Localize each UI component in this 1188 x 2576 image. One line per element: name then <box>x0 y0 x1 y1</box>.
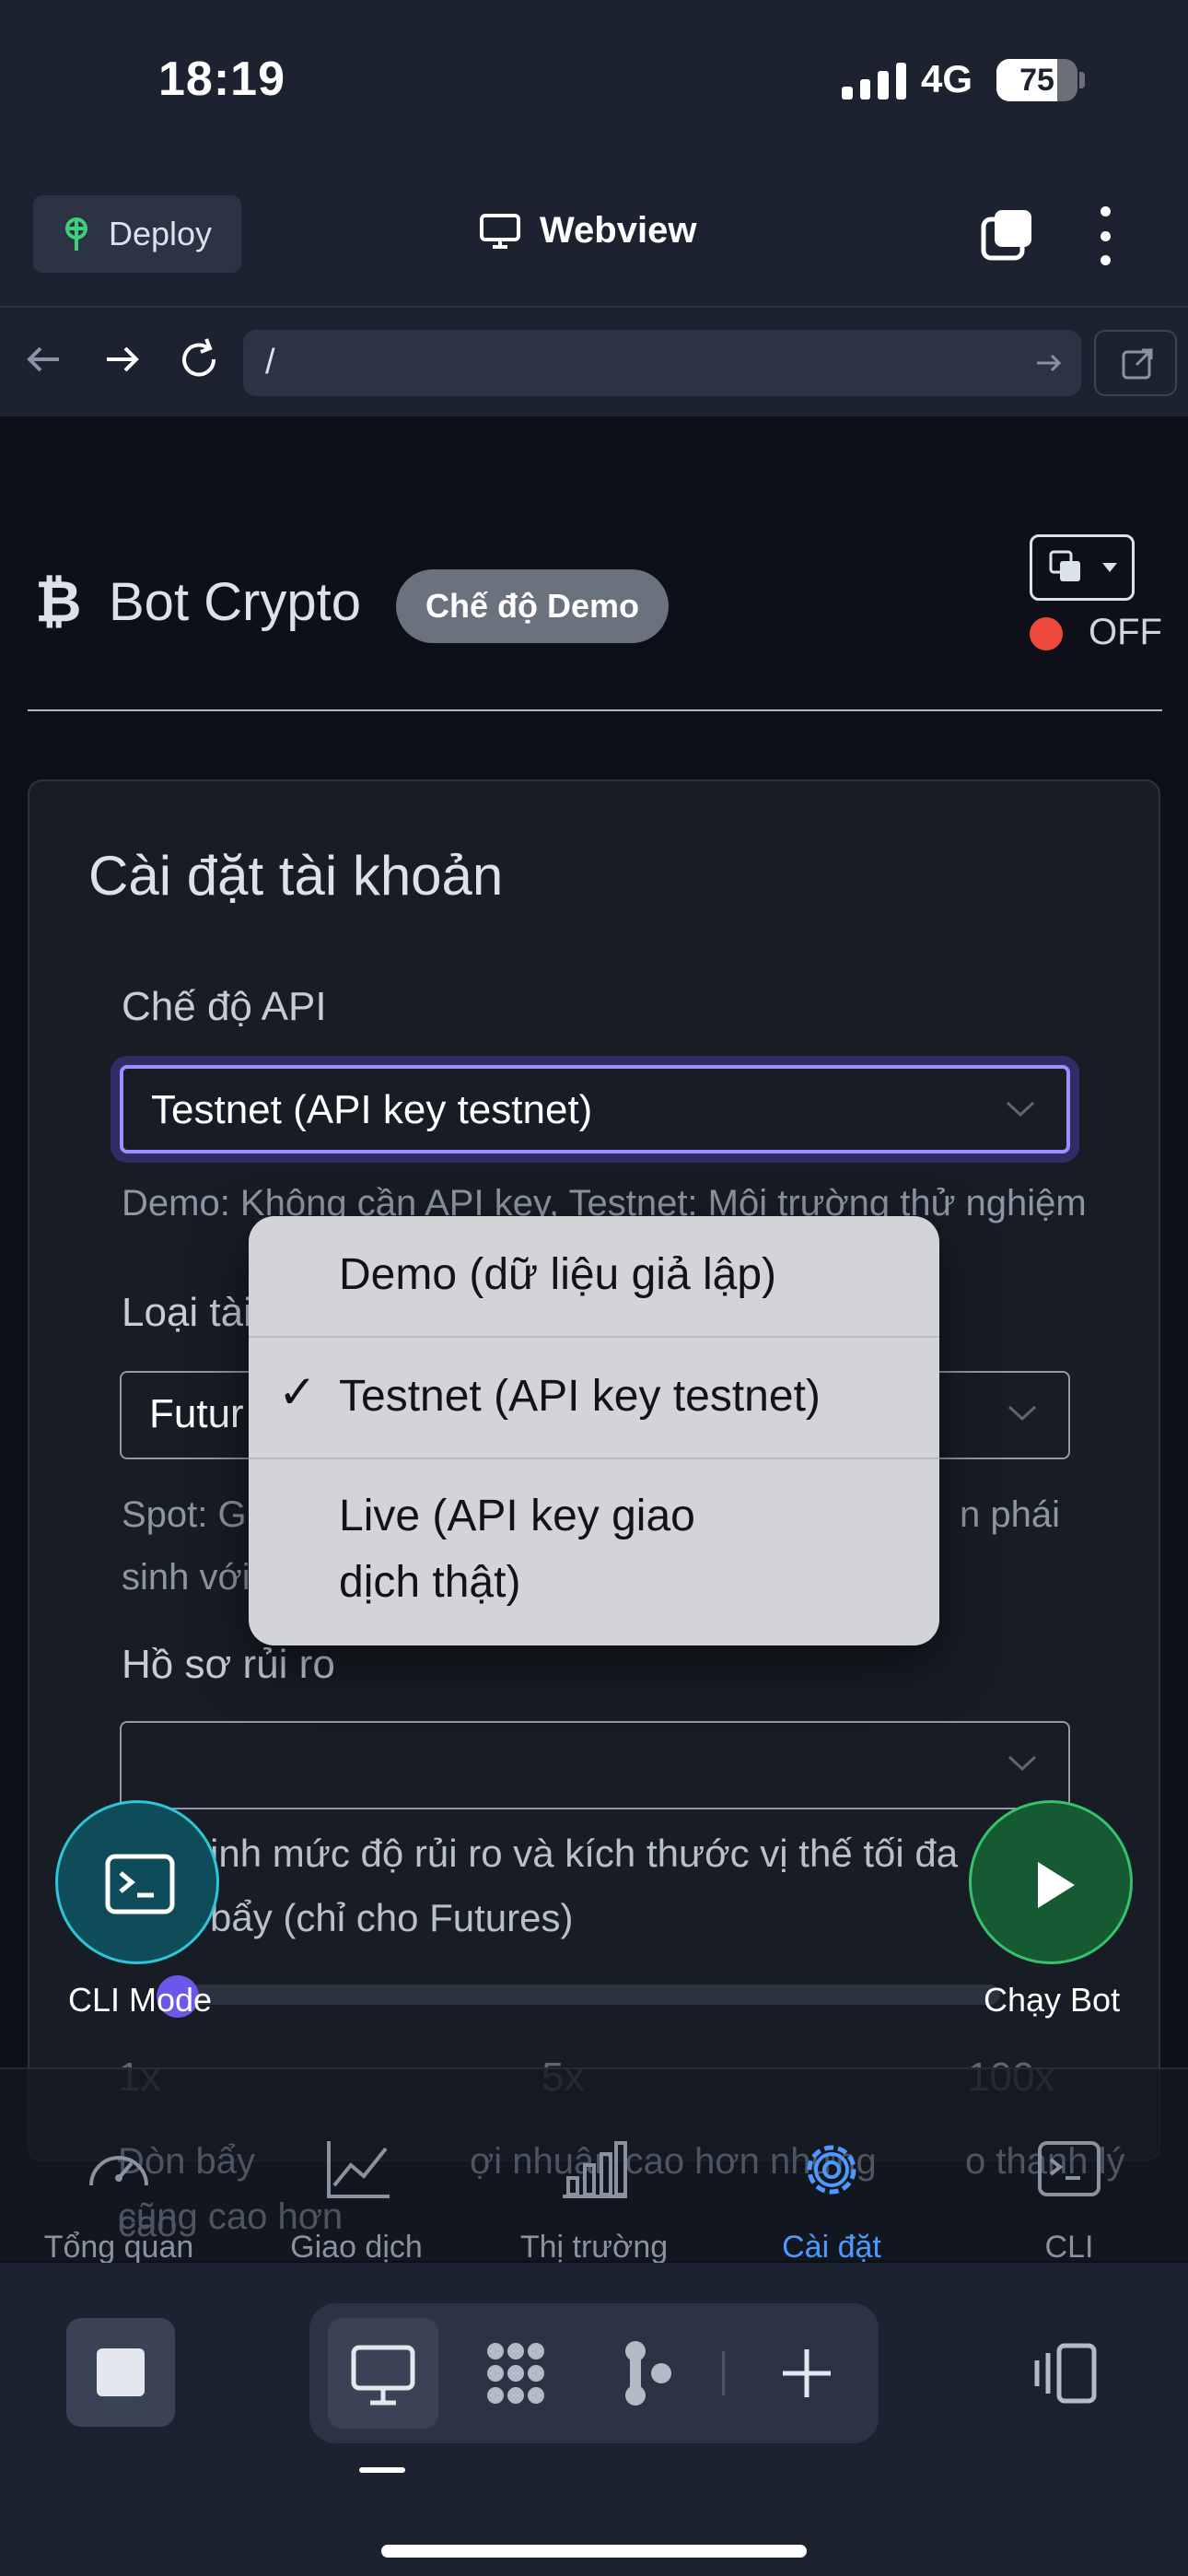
ide-toolbar <box>0 2263 1188 2576</box>
terminal-icon <box>105 1854 175 1914</box>
deploy-label: Deploy <box>109 215 213 252</box>
stop-icon <box>97 2348 145 2396</box>
dropdown-option-testnet[interactable]: ✓ Testnet (API key testnet) <box>249 1338 939 1459</box>
line-chart-icon <box>327 2141 390 2198</box>
bot-status-dot <box>1030 617 1063 650</box>
nav-label: Cài đặt <box>782 2230 881 2265</box>
play-icon <box>1038 1862 1075 1908</box>
chevron-down-icon <box>1006 1101 1035 1118</box>
run-bot-label: Chạy Bot <box>984 1981 1121 2019</box>
option-label: Testnet (API key testnet) <box>339 1372 821 1421</box>
mode-badge: Chế độ Demo <box>396 569 670 643</box>
check-icon: ✓ <box>278 1366 317 1418</box>
option-label-line2: dịch thật) <box>339 1558 521 1607</box>
external-link-icon <box>1122 348 1153 380</box>
risk-profile-select[interactable] <box>120 1721 1070 1809</box>
gear-icon <box>807 2145 856 2195</box>
reload-icon[interactable] <box>173 334 225 385</box>
status-bar: 18:19 4G 75 <box>0 0 1188 166</box>
go-arrow-icon[interactable] <box>1031 346 1065 380</box>
cli-mode-button[interactable] <box>55 1800 219 1964</box>
tabs-icon[interactable] <box>980 208 1035 263</box>
nav-item-settings[interactable]: Cài đặt <box>713 2069 950 2265</box>
agent-button[interactable] <box>591 2318 702 2429</box>
option-label: Demo (dữ liệu giả lập) <box>339 1250 777 1299</box>
url-text: / <box>265 343 275 381</box>
nav-item-trading[interactable]: Giao dịch <box>238 2069 475 2265</box>
status-time: 18:19 <box>158 53 285 106</box>
home-indicator[interactable] <box>381 2545 807 2558</box>
leverage-slider-track[interactable] <box>171 1985 1000 2005</box>
grid-dots-icon <box>487 2343 544 2404</box>
apps-button[interactable] <box>460 2318 571 2429</box>
forward-arrow-icon[interactable] <box>96 334 147 385</box>
nav-item-overview[interactable]: Tổng quan <box>0 2069 238 2265</box>
add-tab-button[interactable] <box>751 2318 862 2429</box>
nav-label: Tổng quan <box>43 2230 194 2265</box>
signal-icon <box>842 61 906 100</box>
option-label: Live (API key giao <box>339 1492 695 1540</box>
plus-icon <box>783 2349 831 2397</box>
more-options-icon[interactable] <box>1094 206 1116 265</box>
cli-mode-label: CLI Mode <box>68 1981 213 2019</box>
back-arrow-icon[interactable] <box>18 334 70 385</box>
battery-icon: 75 <box>996 59 1077 101</box>
header-divider <box>28 709 1162 711</box>
browser-chrome: 18:19 4G 75 Deploy Webview / <box>0 0 1188 416</box>
terminal-icon <box>1038 2141 1101 2196</box>
active-tab-indicator <box>359 2467 405 2473</box>
nav-item-cli[interactable]: CLI <box>950 2069 1188 2265</box>
battery-cap <box>1079 72 1085 88</box>
stop-button[interactable] <box>66 2318 175 2427</box>
bot-status-text: OFF <box>1089 612 1162 652</box>
bitcoin-icon: ₿ <box>35 570 82 634</box>
gauge-icon <box>89 2156 148 2186</box>
url-input[interactable]: / <box>243 330 1081 396</box>
card-title: Cài đặt tài khoản <box>88 845 504 907</box>
app-header: ₿ Bot Crypto Chế độ Demo <box>0 536 1188 665</box>
chevron-down-icon <box>1007 1755 1037 1772</box>
api-mode-select[interactable]: Testnet (API key testnet) <box>120 1065 1070 1153</box>
nav-label: Thị trường <box>519 2230 669 2265</box>
deploy-icon <box>65 217 87 251</box>
account-type-label: Loại tài <box>122 1290 252 1335</box>
chevron-down-icon <box>1007 1405 1037 1422</box>
nav-label: CLI <box>1044 2230 1094 2265</box>
account-type-value: Futur <box>149 1391 244 1436</box>
bottom-navigation: Đòn bẩy cao ợi nhuận cao hơn nhưng o tha… <box>0 2067 1188 2265</box>
toolbar-separator <box>722 2351 725 2395</box>
deploy-button[interactable]: Deploy <box>33 195 241 273</box>
monitor-icon <box>480 213 520 249</box>
webview-tab-button[interactable] <box>328 2318 438 2429</box>
nav-item-market[interactable]: Thị trường <box>475 2069 713 2265</box>
open-external-button[interactable] <box>1094 330 1177 396</box>
top-bar: Deploy Webview <box>0 184 1188 286</box>
monitor-icon <box>351 2345 415 2406</box>
battery-level: 75 <box>1019 63 1054 98</box>
api-mode-value: Testnet (API key testnet) <box>151 1087 593 1132</box>
tool-group <box>309 2303 879 2443</box>
webview-title[interactable]: Webview <box>479 210 696 252</box>
risk-profile-label: Hồ sơ rủi ro <box>122 1642 335 1687</box>
webview-label: Webview <box>540 210 697 251</box>
branch-icon <box>625 2341 671 2406</box>
dropdown-option-demo[interactable]: Demo (dữ liệu giả lập) <box>249 1216 939 1338</box>
run-bot-button[interactable] <box>969 1800 1133 1964</box>
network-label: 4G <box>921 57 973 100</box>
url-bar: / <box>0 306 1188 416</box>
api-mode-label: Chế độ API <box>122 984 327 1029</box>
language-button[interactable] <box>1030 534 1135 601</box>
app-title: Bot Crypto <box>109 572 361 632</box>
layout-toggle-icon[interactable] <box>1031 2338 1101 2408</box>
account-type-help-right: n phái <box>960 1494 1060 1535</box>
bar-chart-icon <box>563 2141 627 2198</box>
api-mode-dropdown: Demo (dữ liệu giả lập) ✓ Testnet (API ke… <box>249 1216 939 1645</box>
nav-label: Giao dịch <box>290 2230 423 2265</box>
dropdown-option-live[interactable]: Live (API key giao dịch thật) <box>249 1459 939 1645</box>
translate-icon <box>1049 550 1117 581</box>
